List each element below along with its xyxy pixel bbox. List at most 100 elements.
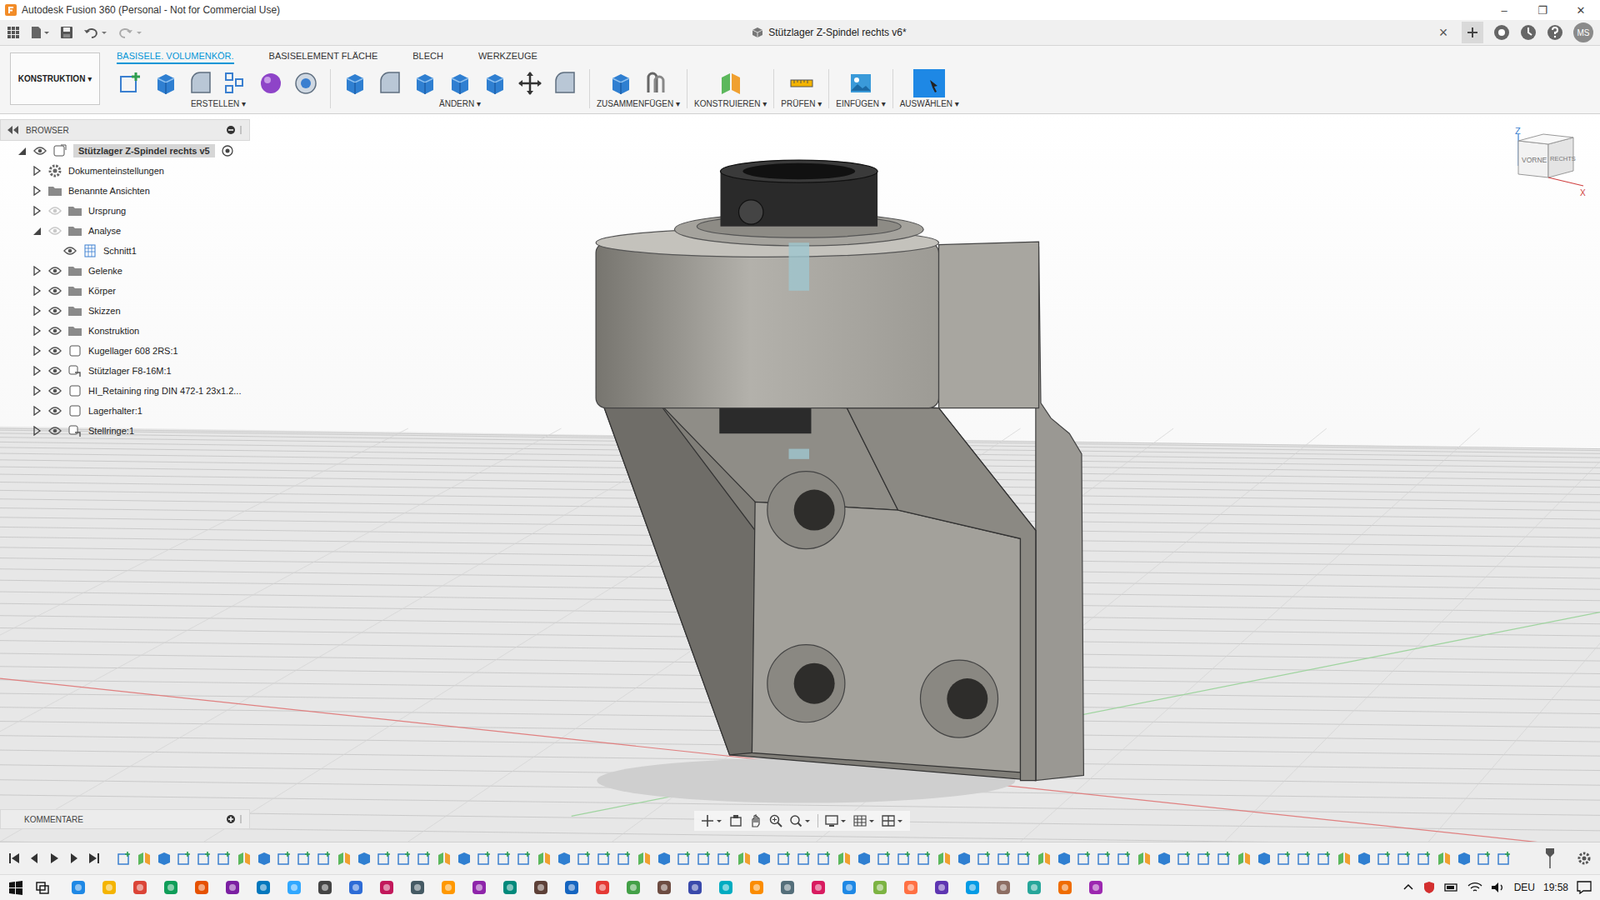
timeline-sketch-icon[interactable]	[316, 850, 332, 866]
timeline-sketch-icon[interactable]	[916, 850, 932, 866]
browser-item[interactable]: Skizzen	[0, 300, 250, 321]
close-tab-button[interactable]: ×	[1435, 24, 1452, 42]
visibility-toggle[interactable]	[45, 305, 65, 316]
timeline-sketch-icon[interactable]	[1296, 850, 1312, 866]
toolbar-tab[interactable]: WERKZEUGE	[478, 50, 538, 65]
expander[interactable]	[28, 405, 45, 416]
tool-button[interactable]	[547, 69, 583, 98]
tool-button[interactable]	[512, 69, 548, 98]
timeline-sketch-icon[interactable]	[496, 850, 512, 866]
timeline-cube-icon[interactable]	[1256, 850, 1272, 866]
panel-options-icon[interactable]	[225, 125, 245, 135]
visibility-toggle[interactable]	[45, 205, 65, 216]
canvas-scene[interactable]	[0, 114, 1600, 842]
input-language[interactable]: DEU	[1514, 881, 1535, 894]
app-icon[interactable]	[840, 879, 858, 896]
collapsed-arrow-icon[interactable]	[31, 185, 42, 196]
tool-group-label[interactable]: ÄNDERN ▾	[439, 99, 481, 109]
browser-item[interactable]: Benannte Ansichten	[0, 180, 250, 201]
app-icon[interactable]	[347, 879, 365, 896]
app-icon[interactable]	[686, 879, 704, 896]
tool-group-label[interactable]: AUSWÄHLEN ▾	[900, 99, 960, 109]
timeline-sketch-icon[interactable]	[1076, 850, 1092, 866]
tool-button[interactable]	[477, 69, 513, 98]
clock[interactable]: 19:58	[1543, 881, 1569, 894]
display-settings-icon[interactable]	[825, 814, 847, 828]
tool-button[interactable]	[337, 69, 373, 98]
eye-icon[interactable]	[48, 325, 62, 336]
timeline-plane-icon[interactable]	[136, 850, 152, 866]
timeline-cube-icon[interactable]	[856, 850, 872, 866]
timeline-marker-icon[interactable]	[1545, 848, 1555, 869]
visibility-toggle[interactable]	[45, 385, 65, 396]
wifi-icon[interactable]	[1467, 881, 1483, 894]
timeline-sketch-icon[interactable]	[116, 850, 132, 866]
step-forward-icon[interactable]	[68, 852, 80, 865]
expander[interactable]	[28, 345, 45, 356]
app-icon[interactable]	[285, 879, 303, 896]
app-icon[interactable]	[440, 879, 457, 896]
timeline-sketch-icon[interactable]	[296, 850, 312, 866]
timeline-sketch-icon[interactable]	[1416, 850, 1432, 866]
tool-group-label[interactable]: PRÜFEN ▾	[780, 99, 822, 109]
app-icon[interactable]	[131, 879, 149, 896]
timeline-cube-icon[interactable]	[556, 850, 572, 866]
window-control-button[interactable]: ❐	[1523, 4, 1562, 17]
timeline-sketch-icon[interactable]	[1176, 850, 1192, 866]
app-icon[interactable]	[717, 879, 735, 896]
app-grid-icon[interactable]	[6, 25, 20, 40]
add-comment-icon[interactable]	[225, 814, 245, 825]
tool-button[interactable]	[713, 69, 749, 98]
tool-button[interactable]	[218, 69, 254, 98]
timeline-sketch-icon[interactable]	[1016, 850, 1032, 866]
timeline-sketch-icon[interactable]	[1216, 850, 1232, 866]
expander[interactable]	[28, 385, 45, 396]
eye-icon[interactable]	[48, 365, 62, 376]
expander[interactable]	[28, 225, 45, 236]
eye-icon[interactable]	[48, 265, 62, 276]
timeline-sketch-icon[interactable]	[1496, 850, 1512, 866]
timeline-sketch-icon[interactable]	[676, 850, 692, 866]
tool-button[interactable]	[372, 69, 408, 98]
help-icon[interactable]	[1546, 24, 1564, 41]
timeline-cube-icon[interactable]	[1456, 850, 1472, 866]
collapsed-arrow-icon[interactable]	[31, 325, 42, 336]
comments-panel[interactable]: KOMMENTARE	[0, 809, 250, 830]
tool-button[interactable]	[407, 69, 443, 98]
tool-button[interactable]	[288, 69, 324, 98]
collapsed-arrow-icon[interactable]	[31, 265, 42, 276]
app-icon[interactable]	[224, 879, 241, 896]
timeline-cube-icon[interactable]	[1156, 850, 1172, 866]
visibility-toggle[interactable]	[45, 365, 65, 376]
tool-button[interactable]	[843, 69, 879, 98]
timeline-cube-icon[interactable]	[756, 850, 772, 866]
timeline-sketch-icon[interactable]	[1376, 850, 1392, 866]
timeline-sketch-icon[interactable]	[796, 850, 812, 866]
collapse-icon[interactable]	[7, 125, 20, 135]
collapsed-arrow-icon[interactable]	[31, 385, 42, 396]
app-icon[interactable]	[1056, 879, 1074, 896]
collapsed-arrow-icon[interactable]	[31, 345, 42, 356]
right-face-label[interactable]: RECHTS	[1550, 155, 1576, 163]
collapsed-arrow-icon[interactable]	[31, 285, 42, 296]
job-status-icon[interactable]	[1520, 24, 1537, 41]
collapsed-arrow-icon[interactable]	[31, 205, 42, 216]
eye-icon[interactable]	[63, 245, 77, 256]
timeline-sketch-icon[interactable]	[276, 850, 292, 866]
expander[interactable]	[28, 205, 45, 216]
tool-group-label[interactable]: ZUSAMMENFÜGEN ▾	[596, 99, 680, 109]
timeline-plane-icon[interactable]	[736, 850, 752, 866]
expanded-arrow-icon[interactable]	[16, 145, 27, 156]
timeline-plane-icon[interactable]	[836, 850, 852, 866]
eye-icon[interactable]	[48, 205, 62, 216]
visibility-toggle[interactable]	[45, 285, 65, 296]
eye-icon[interactable]	[48, 425, 62, 436]
step-back-icon[interactable]	[28, 852, 40, 865]
browser-item[interactable]: Körper	[0, 280, 250, 301]
eye-icon[interactable]	[48, 385, 62, 396]
browser-item[interactable]: Stellringe:1	[0, 420, 250, 441]
tray-expand-icon[interactable]	[1402, 881, 1415, 894]
viewport[interactable]: BROWSERStützlager Z-Spindel rechts v5Dok…	[0, 114, 1600, 842]
timeline-sketch-icon[interactable]	[216, 850, 232, 866]
timeline-plane-icon[interactable]	[1036, 850, 1052, 866]
